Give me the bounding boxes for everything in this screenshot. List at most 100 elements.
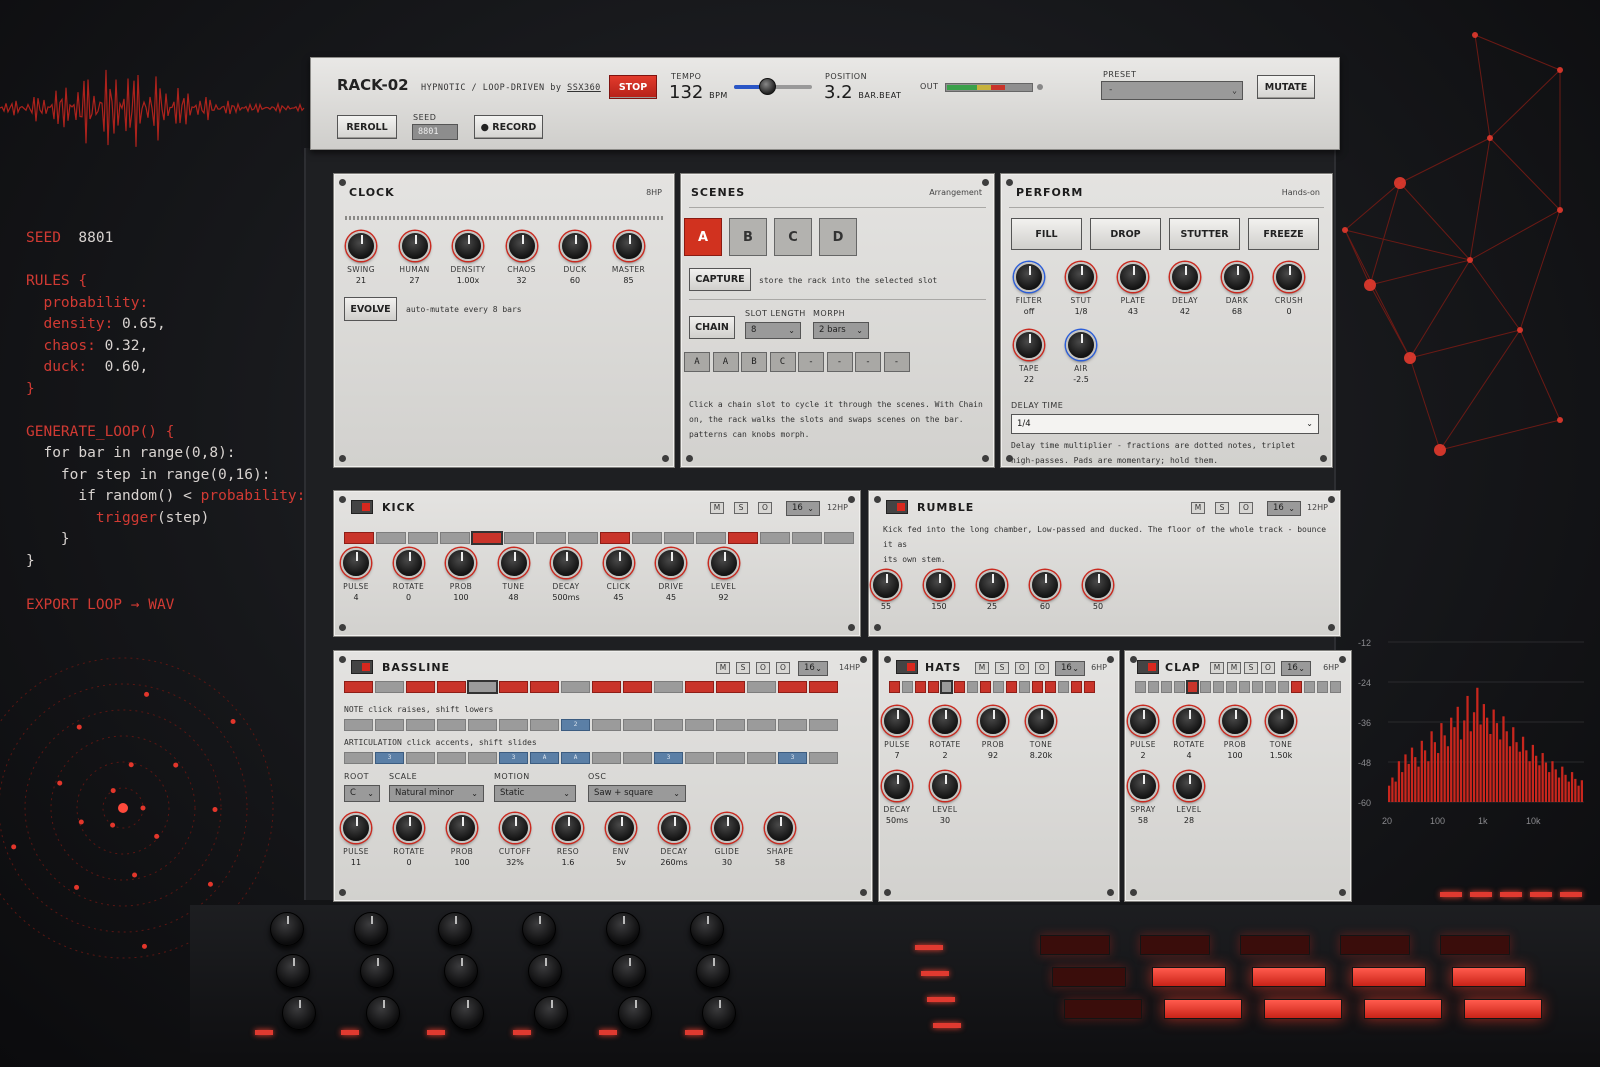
- hats-level-knob-cap[interactable]: [930, 771, 960, 801]
- bassline-note-cell[interactable]: [623, 719, 652, 731]
- kick-step[interactable]: [440, 532, 470, 544]
- hats-step[interactable]: [1045, 681, 1056, 693]
- perform-crush-knob-cap[interactable]: [1274, 262, 1304, 292]
- perform-plate-knob-cap[interactable]: [1118, 262, 1148, 292]
- bassline-steps-select[interactable]: 16 ⌄: [798, 661, 828, 676]
- kick-enable-led[interactable]: [351, 500, 373, 514]
- scene-slot-a[interactable]: A: [684, 218, 722, 256]
- kick-pulse-knob-cap[interactable]: [341, 548, 371, 578]
- kick-drive-knob-cap[interactable]: [656, 548, 686, 578]
- bassline-note-cell[interactable]: [716, 719, 745, 731]
- bassline-step[interactable]: [654, 681, 683, 693]
- rumble-2-knob-cap[interactable]: [924, 570, 954, 600]
- hats-tone-knob[interactable]: TONE 8.20k: [1005, 706, 1077, 760]
- bassline-articulation-cell[interactable]: A: [530, 752, 559, 764]
- perform-filter-knob-cap[interactable]: [1014, 262, 1044, 292]
- bassline-articulation-cell[interactable]: 3: [654, 752, 683, 764]
- hats-step[interactable]: [915, 681, 926, 693]
- bassline-step[interactable]: [406, 681, 435, 693]
- scale-select[interactable]: Natural minor ⌄: [389, 785, 484, 802]
- bassline-articulation-cell[interactable]: [809, 752, 838, 764]
- clap-solo-button[interactable]: S: [1244, 662, 1258, 674]
- hats-step[interactable]: [1006, 681, 1017, 693]
- clap-option-button[interactable]: O: [1261, 662, 1275, 674]
- clap-step[interactable]: [1317, 681, 1328, 693]
- hats-pulse-knob-cap[interactable]: [882, 706, 912, 736]
- bassline-note-cell[interactable]: [654, 719, 683, 731]
- bassline-option-button[interactable]: O: [756, 662, 770, 674]
- kick-level-knob-cap[interactable]: [708, 548, 739, 578]
- chain-slot[interactable]: B: [741, 352, 767, 372]
- bassline-prob-knob-cap[interactable]: [447, 813, 477, 843]
- author-link[interactable]: SSX360: [567, 83, 601, 93]
- kick-prob-knob-cap[interactable]: [446, 548, 476, 578]
- seed-input[interactable]: 8801: [412, 124, 458, 140]
- clap-step[interactable]: [1239, 681, 1250, 693]
- clap-step[interactable]: [1278, 681, 1289, 693]
- bassline-articulation-cell[interactable]: A: [561, 752, 590, 764]
- bassline-step[interactable]: [809, 681, 838, 693]
- tempo-slider[interactable]: [734, 78, 812, 95]
- rumble-enable-led[interactable]: [886, 500, 908, 514]
- motion-select[interactable]: Static ⌄: [494, 785, 576, 802]
- hats-step[interactable]: [954, 681, 965, 693]
- bassline-step[interactable]: [747, 681, 776, 693]
- bassline-note-cell[interactable]: [685, 719, 714, 731]
- hats-step[interactable]: [902, 681, 913, 693]
- bassline-articulation-cell[interactable]: [406, 752, 435, 764]
- hats-step[interactable]: [1032, 681, 1043, 693]
- bassline-pulse-knob-cap[interactable]: [341, 813, 371, 843]
- perform-tape-knob-cap[interactable]: [1014, 330, 1044, 360]
- bassline-note-cell[interactable]: [406, 719, 435, 731]
- kick-step[interactable]: [504, 532, 534, 544]
- clap-enable-led[interactable]: [1137, 660, 1159, 674]
- bassline-reso-knob-cap[interactable]: [553, 813, 583, 843]
- tempo-slider-thumb[interactable]: [758, 78, 776, 95]
- kick-step[interactable]: [408, 532, 438, 544]
- kick-solo-button[interactable]: S: [734, 502, 748, 514]
- perform-drop-button[interactable]: DROP: [1090, 218, 1161, 250]
- chain-slot[interactable]: -: [826, 352, 853, 372]
- bassline-step[interactable]: [778, 681, 807, 693]
- clap-tone-knob[interactable]: TONE 1.50k: [1245, 706, 1317, 760]
- kick-step[interactable]: [824, 532, 854, 544]
- bassline-rotate-knob-cap[interactable]: [394, 813, 424, 843]
- bassline-articulation-cell[interactable]: [716, 752, 745, 764]
- hats-step[interactable]: [980, 681, 991, 693]
- kick-step[interactable]: [760, 532, 790, 544]
- kick-step[interactable]: [536, 532, 566, 544]
- chain-slot[interactable]: -: [855, 352, 881, 372]
- kick-tune-knob-cap[interactable]: [498, 548, 529, 578]
- rumble-option-button[interactable]: O: [1239, 502, 1253, 514]
- kick-step[interactable]: [728, 532, 758, 544]
- bassline-note-cell[interactable]: [592, 719, 621, 731]
- kick-mute-button[interactable]: M: [710, 502, 724, 514]
- hats-step[interactable]: [928, 681, 939, 693]
- record-button[interactable]: ● RECORD: [474, 115, 543, 139]
- bassline-articulation-cell[interactable]: [685, 752, 714, 764]
- bassline-note-cell[interactable]: [375, 719, 404, 731]
- scene-slot-c[interactable]: C: [774, 218, 812, 256]
- bassline-note-cell[interactable]: [468, 719, 497, 731]
- hats-option-button-2[interactable]: O: [1035, 662, 1049, 674]
- kick-step[interactable]: [664, 532, 694, 544]
- bassline-articulation-cell[interactable]: [344, 752, 373, 764]
- bassline-articulation-cell[interactable]: 3: [778, 752, 807, 764]
- hats-step[interactable]: [1019, 681, 1030, 693]
- bassline-articulation-cell[interactable]: [623, 752, 652, 764]
- capture-button[interactable]: CAPTURE: [689, 268, 751, 291]
- chain-button[interactable]: CHAIN: [689, 316, 735, 339]
- clock-master-knob[interactable]: MASTER 85: [593, 231, 665, 285]
- kick-click-knob-cap[interactable]: [603, 548, 634, 578]
- chain-slot[interactable]: A: [712, 352, 739, 372]
- perform-stutter-button[interactable]: STUTTER: [1169, 218, 1240, 250]
- bassline-note-cell[interactable]: [344, 719, 373, 731]
- bassline-shape-knob-cap[interactable]: [765, 813, 795, 843]
- bassline-shape-knob[interactable]: SHAPE 58: [744, 813, 816, 867]
- clock-duck-knob-cap[interactable]: [560, 231, 590, 261]
- evolve-button[interactable]: EVOLVE: [344, 297, 397, 321]
- perform-freeze-button[interactable]: FREEZE: [1248, 218, 1319, 250]
- kick-step[interactable]: [376, 532, 406, 544]
- kick-decay-knob-cap[interactable]: [551, 548, 581, 578]
- clock-master-knob-cap[interactable]: [613, 231, 644, 261]
